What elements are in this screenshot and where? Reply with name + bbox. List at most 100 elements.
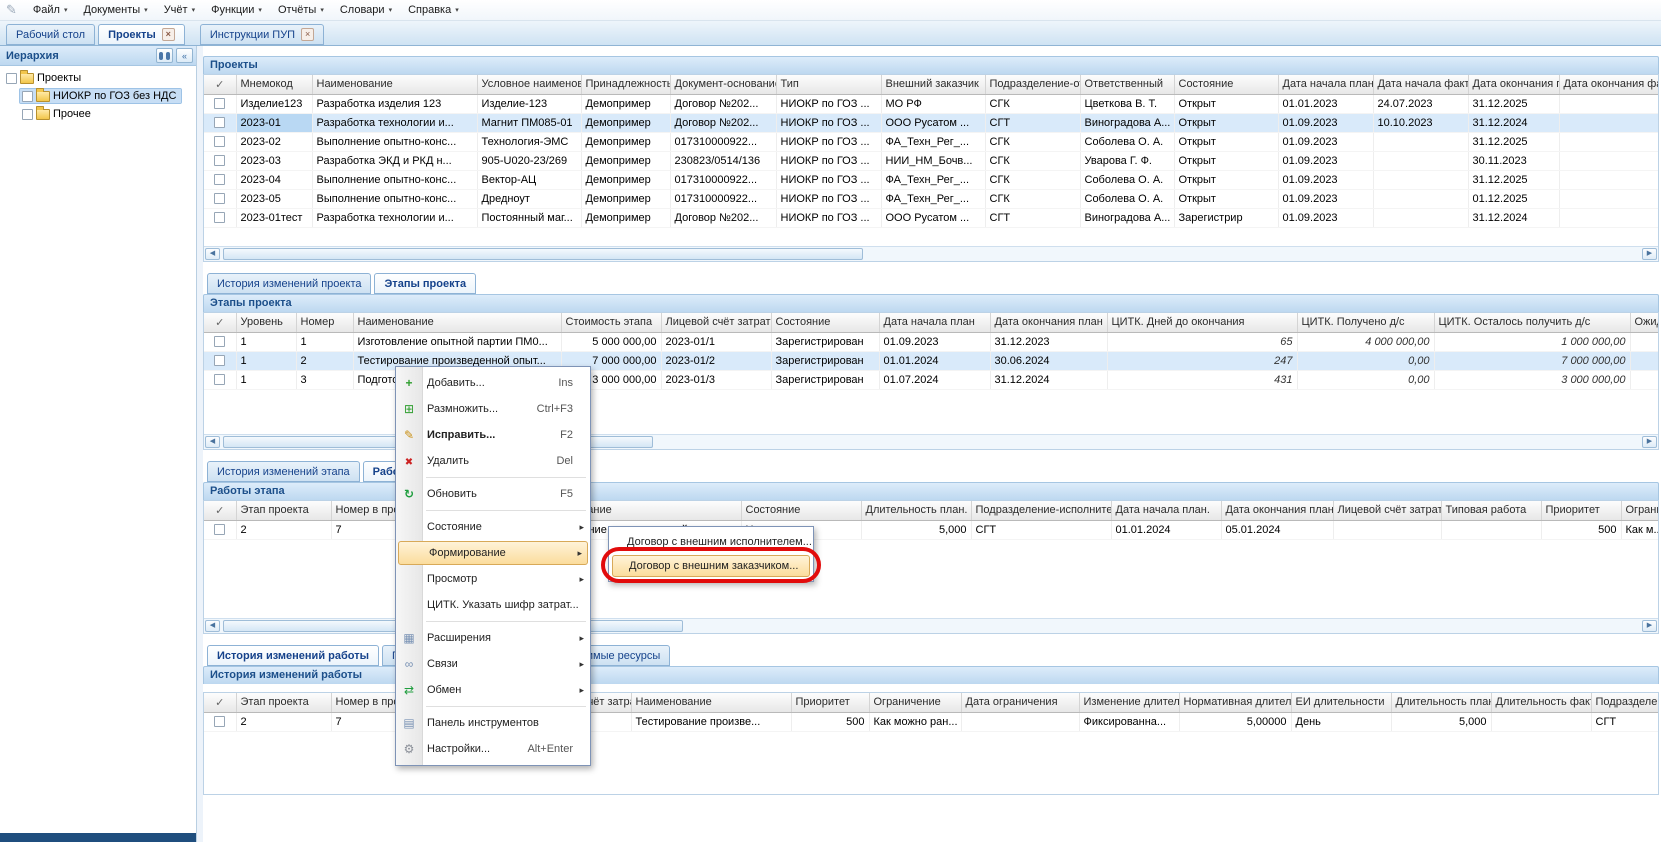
column-header-Состояние[interactable]: Состояние <box>771 313 879 332</box>
row-checkbox[interactable] <box>214 716 225 727</box>
column-header-Наименование[interactable]: Наименование <box>631 693 791 712</box>
column-header-Приоритет[interactable]: Приоритет <box>1541 501 1621 520</box>
column-header-Этап проекта[interactable]: Этап проекта <box>236 693 331 712</box>
context-menu-item-Размножить...[interactable]: Размножить...Ctrl+F3 <box>397 396 589 422</box>
column-header-check[interactable]: ✓ <box>204 313 236 332</box>
menubar-item-Словари[interactable]: Словари▾ <box>332 0 400 20</box>
scroll-right-icon[interactable]: ▶ <box>1642 248 1657 260</box>
tree-checkbox[interactable] <box>6 73 17 84</box>
context-menu-item-Удалить[interactable]: УдалитьDel <box>397 448 589 474</box>
column-header-Состояние[interactable]: Состояние <box>741 501 861 520</box>
tree-node-НИОКР по ГОЗ без НДС[interactable]: НИОКР по ГОЗ без НДС <box>0 87 196 105</box>
column-header-Ожидае[interactable]: Ожидае <box>1630 313 1659 332</box>
scrollbar-thumb[interactable] <box>223 248 863 260</box>
menubar-item-Учёт[interactable]: Учёт▾ <box>156 0 203 20</box>
column-header-Состояние[interactable]: Состояние <box>1174 75 1278 94</box>
column-header-Ответственный[interactable]: Ответственный <box>1080 75 1174 94</box>
scroll-left-icon[interactable]: ◀ <box>205 436 220 448</box>
row-checkbox[interactable] <box>214 155 225 166</box>
column-header-Наименование[interactable]: Наименование <box>312 75 477 94</box>
column-header-Дата начала план.[interactable]: Дата начала план. <box>1278 75 1373 94</box>
column-header-Подразделение-ответственное[interactable]: Подразделение-ответственное <box>985 75 1080 94</box>
column-header-ЦИТК. Осталось получить д/с[interactable]: ЦИТК. Осталось получить д/с <box>1434 313 1630 332</box>
tab-close-icon[interactable]: × <box>162 28 175 41</box>
tree-node-Прочее[interactable]: Прочее <box>0 105 196 123</box>
table-row[interactable]: 2023-02Выполнение опытно-конс...Технолог… <box>204 132 1659 151</box>
find-button[interactable] <box>156 48 173 63</box>
row-checkbox[interactable] <box>214 374 225 385</box>
context-menu-item-Просмотр[interactable]: Просмотр▸ <box>397 566 589 592</box>
column-header-Мнемокод[interactable]: Мнемокод <box>236 75 312 94</box>
tab-close-icon[interactable]: × <box>301 28 314 41</box>
column-header-Дата окончания факт.[interactable]: Дата окончания факт. <box>1559 75 1659 94</box>
column-header-Дата окончания план[interactable]: Дата окончания план <box>990 313 1107 332</box>
menubar-item-Документы[interactable]: Документы▾ <box>75 0 155 20</box>
column-header-Стоимость этапа[interactable]: Стоимость этапа <box>561 313 661 332</box>
column-header-Длительность план[interactable]: Длительность план <box>1391 693 1491 712</box>
column-header-Дата окончания план[interactable]: Дата окончания план <box>1221 501 1333 520</box>
context-menu-item-Формирование[interactable]: Формирование▸ <box>398 541 588 565</box>
submenu-item-Договор с внешним исполнителем...[interactable]: Договор с внешним исполнителем... <box>611 530 811 554</box>
column-header-Лицевой счёт затрат[interactable]: Лицевой счёт затрат <box>661 313 771 332</box>
column-header-Изменение длительности[interactable]: Изменение длительности <box>1079 693 1179 712</box>
column-header-ЦИТК. Дней до окончания[interactable]: ЦИТК. Дней до окончания <box>1107 313 1297 332</box>
row-checkbox[interactable] <box>214 193 225 204</box>
column-header-Принадлежность[interactable]: Принадлежность <box>581 75 670 94</box>
context-menu-item-Связи[interactable]: Связи▸ <box>397 651 589 677</box>
horizontal-scrollbar[interactable]: ◀ ▶ <box>204 246 1658 261</box>
column-header-Условное наименование[interactable]: Условное наименование <box>477 75 581 94</box>
column-header-Документ-основание[interactable]: Документ-основание <box>670 75 776 94</box>
tab-Проекты[interactable]: Проекты× <box>98 24 185 45</box>
column-header-Подразделение-исполнитель.[interactable]: Подразделение-исполнитель. <box>971 501 1111 520</box>
tree-checkbox[interactable] <box>22 91 33 102</box>
column-header-check[interactable]: ✓ <box>204 75 236 94</box>
tab-История изменений проекта[interactable]: История изменений проекта <box>207 273 371 294</box>
column-header-Внешний заказчик[interactable]: Внешний заказчик <box>881 75 985 94</box>
context-menu-item-Обновить[interactable]: ОбновитьF5 <box>397 481 589 507</box>
row-checkbox[interactable] <box>214 174 225 185</box>
row-checkbox[interactable] <box>214 355 225 366</box>
context-menu-item-Расширения[interactable]: Расширения▸ <box>397 625 589 651</box>
column-header-Подразделение[interactable]: Подразделение <box>1591 693 1659 712</box>
row-checkbox[interactable] <box>214 117 225 128</box>
column-header-Дата окончания план.[interactable]: Дата окончания план. <box>1468 75 1559 94</box>
column-header-Дата ограничения[interactable]: Дата ограничения <box>961 693 1079 712</box>
table-row[interactable]: 2023-05Выполнение опытно-конс...Дредноут… <box>204 189 1659 208</box>
column-header-ЦИТК. Получено д/с[interactable]: ЦИТК. Получено д/с <box>1297 313 1434 332</box>
context-menu-item-Обмен[interactable]: Обмен▸ <box>397 677 589 703</box>
tree-node-Проекты[interactable]: Проекты <box>0 69 196 87</box>
column-header-Наименование[interactable]: Наименование <box>353 313 561 332</box>
context-menu-item-Добавить...[interactable]: Добавить...Ins <box>397 370 589 396</box>
scroll-left-icon[interactable]: ◀ <box>205 248 220 260</box>
collapse-panel-button[interactable]: « <box>176 48 193 63</box>
menubar-item-Функции[interactable]: Функции▾ <box>203 0 270 20</box>
menubar-item-Отчёты[interactable]: Отчёты▾ <box>270 0 332 20</box>
column-header-Этап проекта[interactable]: Этап проекта <box>236 501 331 520</box>
column-header-Лицевой счёт затрат[interactable]: Лицевой счёт затрат <box>1333 501 1441 520</box>
context-menu-item-Состояние[interactable]: Состояние▸ <box>397 514 589 540</box>
scroll-right-icon[interactable]: ▶ <box>1642 436 1657 448</box>
tab-История изменений работы[interactable]: История изменений работы <box>207 645 379 666</box>
row-checkbox[interactable] <box>214 336 225 347</box>
column-header-Дата начала план.[interactable]: Дата начала план. <box>1111 501 1221 520</box>
table-row[interactable]: 2023-03Разработка ЭКД и РКД н...905-U020… <box>204 151 1659 170</box>
column-header-Приоритет[interactable]: Приоритет <box>791 693 869 712</box>
column-header-check[interactable]: ✓ <box>204 693 236 712</box>
table-row[interactable]: 2023-04Выполнение опытно-конс...Вектор-А… <box>204 170 1659 189</box>
menubar-item-Справка[interactable]: Справка▾ <box>400 0 467 20</box>
column-header-Длительность план.[interactable]: Длительность план. <box>861 501 971 520</box>
menubar-item-Файл[interactable]: Файл▾ <box>25 0 76 20</box>
row-checkbox[interactable] <box>214 524 225 535</box>
column-header-Типовая работа[interactable]: Типовая работа <box>1441 501 1541 520</box>
context-menu-item-Панель инструментов[interactable]: Панель инструментов <box>397 710 589 736</box>
table-row[interactable]: 2023-01Разработка технологии и...Магнит … <box>204 113 1659 132</box>
table-row[interactable]: 11Изготовление опытной партии ПМ0...5 00… <box>204 332 1659 351</box>
scroll-right-icon[interactable]: ▶ <box>1642 620 1657 632</box>
scroll-left-icon[interactable]: ◀ <box>205 620 220 632</box>
submenu-item-Договор с внешним заказчиком...[interactable]: Договор с внешним заказчиком... <box>612 555 810 577</box>
column-header-Дата начала план[interactable]: Дата начала план <box>879 313 990 332</box>
column-header-Уровень[interactable]: Уровень <box>236 313 296 332</box>
tab-Рабочий стол[interactable]: Рабочий стол <box>6 24 95 45</box>
column-header-Номер[interactable]: Номер <box>296 313 353 332</box>
context-menu-item-Настройки...[interactable]: Настройки...Alt+Enter <box>397 736 589 762</box>
